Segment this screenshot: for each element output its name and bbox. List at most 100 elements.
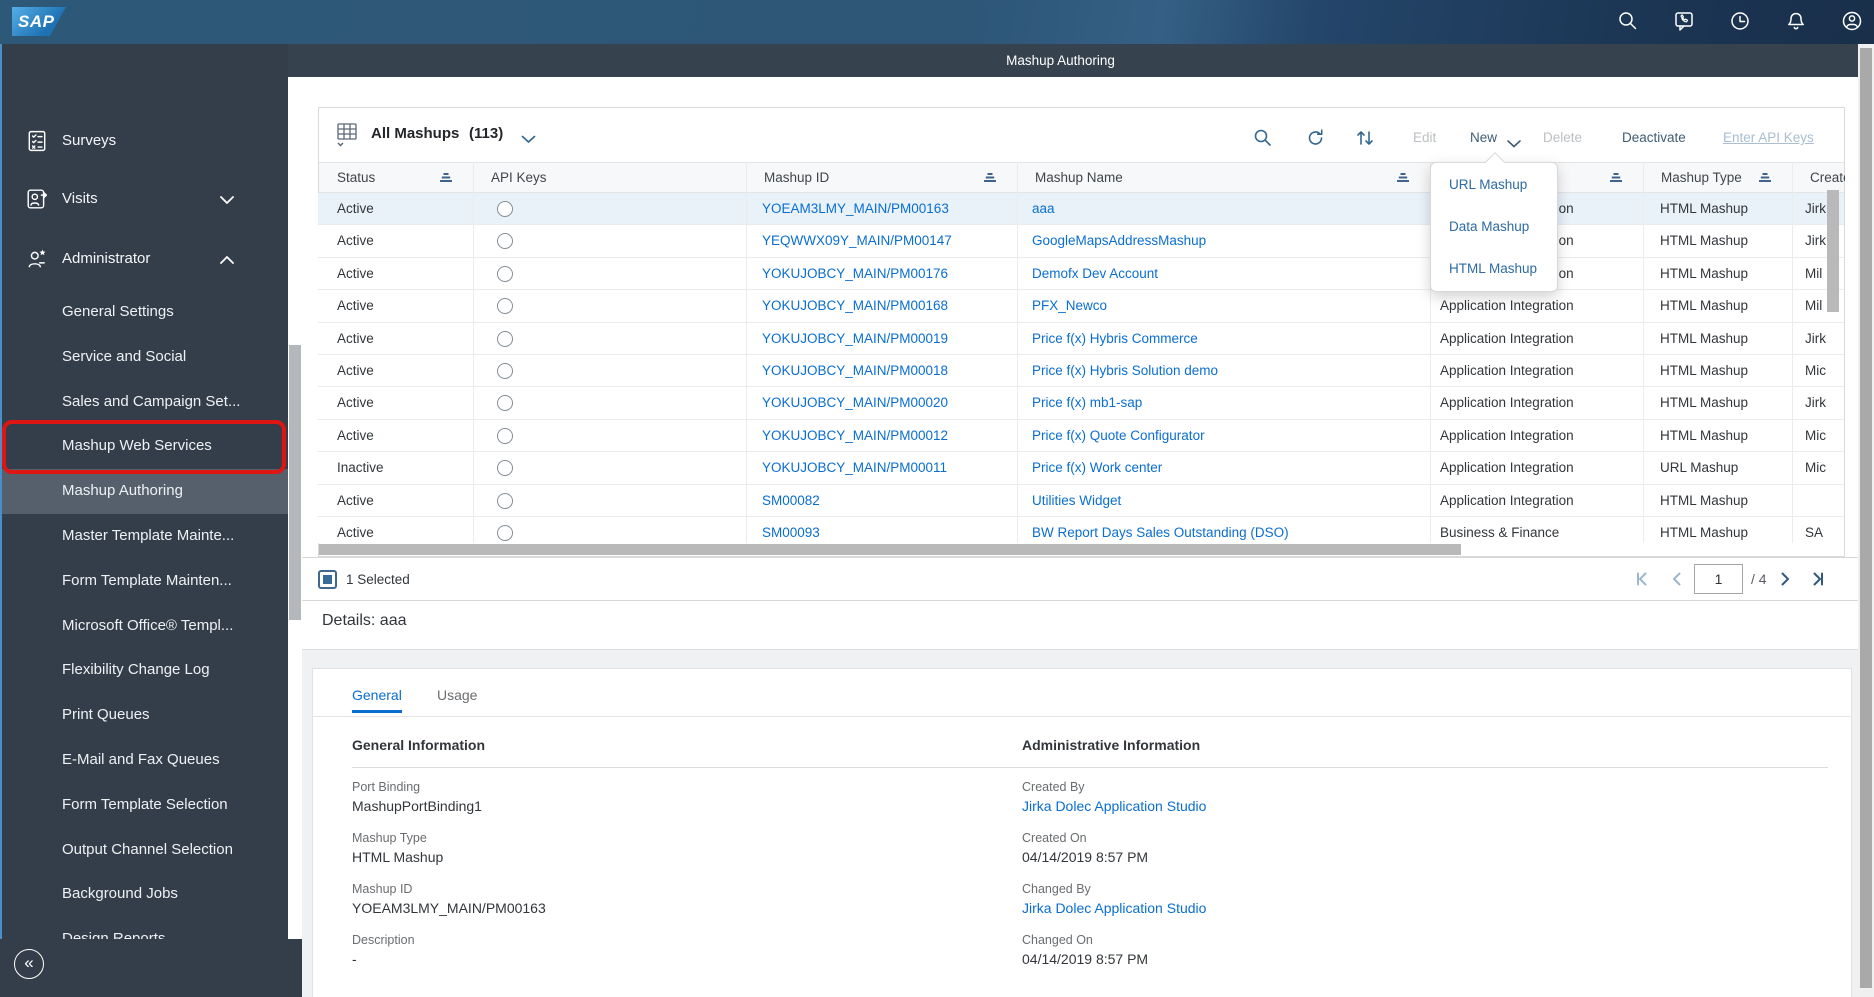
column-header-api-keys[interactable]: API Keys [473, 162, 746, 193]
cell-mashup-id-link[interactable]: SM00093 [762, 517, 820, 543]
cell-mashup-name-link[interactable]: Price f(x) Hybris Commerce [1032, 323, 1198, 355]
sidebar-item-master-template-mainte[interactable]: Master Template Mainte... [2, 514, 290, 559]
table-row[interactable]: Active YOKUJOBCY_MAIN/PM00018 Price f(x) H… [318, 354, 1844, 388]
column-header-mashup-id[interactable]: Mashup ID [746, 162, 1017, 193]
table-row[interactable]: Active YOKUJOBCY_MAIN/PM00019 Price f(x) H… [318, 322, 1844, 355]
api-key-radio[interactable] [497, 233, 513, 250]
cell-mashup-name-link[interactable]: Demofx Dev Account [1032, 258, 1158, 290]
api-key-radio[interactable] [497, 395, 513, 412]
table-scrollbar-thumb[interactable] [1827, 190, 1839, 312]
view-title[interactable]: All Mashups [371, 125, 459, 142]
sidebar-item-e-mail-and-fax-queues[interactable]: E-Mail and Fax Queues [2, 738, 290, 783]
cell-mashup-name-link[interactable]: GoogleMapsAddressMashup [1032, 225, 1206, 257]
deactivate-button[interactable]: Deactivate [1622, 130, 1686, 145]
tab-usage[interactable]: Usage [437, 687, 477, 703]
api-key-radio[interactable] [497, 460, 513, 477]
new-chevron-icon[interactable] [1507, 135, 1521, 153]
sidebar-item-sales-and-campaign-set[interactable]: Sales and Campaign Set... [2, 380, 290, 425]
table-row[interactable]: Active YOKUJOBCY_MAIN/PM00020 Price f(x) m… [318, 387, 1844, 420]
cell-mashup-id-link[interactable]: YOKUJOBCY_MAIN/PM00011 [762, 452, 947, 484]
sidebar-item-form-template-mainten[interactable]: Form Template Mainten... [2, 559, 290, 604]
table-row[interactable]: Active YOKUJOBCY_MAIN/PM00176 Demofx Dev A… [318, 257, 1844, 291]
cell-mashup-id-link[interactable]: SM00082 [762, 485, 820, 517]
sidebar-item-surveys[interactable]: Surveys [2, 119, 290, 163]
horizontal-scrollbar[interactable] [319, 543, 1843, 556]
table-row[interactable]: Active SM00082 Utilities Widget Application… [318, 484, 1844, 517]
column-header-status[interactable]: Status [319, 162, 473, 193]
sidebar-item-service-and-social[interactable]: Service and Social [2, 335, 290, 380]
column-header-mashup-type[interactable]: Mashup Type [1643, 162, 1792, 193]
menu-item-html-mashup[interactable]: HTML Mashup [1431, 248, 1557, 290]
new-button[interactable]: New [1470, 130, 1497, 145]
first-page-icon[interactable] [1634, 570, 1652, 588]
sidebar-scrollbar-thumb[interactable] [289, 345, 301, 620]
api-key-radio[interactable] [497, 201, 513, 217]
table-row[interactable]: Active YEQWWX09Y_MAIN/PM00147 GoogleMapsAd… [318, 225, 1844, 258]
cell-mashup-id-link[interactable]: YOKUJOBCY_MAIN/PM00168 [762, 290, 948, 322]
account-icon[interactable] [1841, 10, 1863, 32]
cell-mashup-id-link[interactable]: YOKUJOBCY_MAIN/PM00176 [762, 258, 948, 290]
table-row[interactable]: Active SM00093 BW Report Days Sales Outsta… [318, 516, 1844, 543]
field-value-changed-by-link[interactable]: Jirka Dolec Application Studio [1022, 900, 1622, 917]
api-key-radio[interactable] [497, 362, 513, 379]
phone-chat-icon[interactable] [1673, 10, 1695, 32]
search-icon[interactable] [1617, 10, 1639, 32]
notifications-icon[interactable] [1785, 10, 1807, 32]
table-search-icon[interactable] [1253, 128, 1273, 148]
api-key-radio[interactable] [497, 265, 513, 282]
cell-mashup-id-link[interactable]: YOKUJOBCY_MAIN/PM00019 [762, 323, 948, 355]
sidebar-item-background-jobs[interactable]: Background Jobs [2, 872, 290, 917]
tab-general[interactable]: General [352, 687, 402, 703]
cell-mashup-id-link[interactable]: YEQWWX09Y_MAIN/PM00147 [762, 225, 952, 257]
column-header-created-by[interactable]: Created By [1792, 162, 1845, 193]
table-row[interactable]: Inactive YOKUJOBCY_MAIN/PM00011 Price f(x)… [318, 452, 1844, 485]
table-view-icon[interactable] [336, 122, 358, 153]
sort-toolbar-icon[interactable] [1355, 128, 1375, 148]
table-row[interactable]: Active YOKUJOBCY_MAIN/PM00168 PFX_Newco App… [318, 290, 1844, 323]
sidebar-item-flexibility-change-log[interactable]: Flexibility Change Log [2, 648, 290, 693]
cell-mashup-name-link[interactable]: BW Report Days Sales Outstanding (DSO) [1032, 517, 1289, 543]
enter-api-keys-button[interactable]: Enter API Keys [1723, 130, 1814, 145]
api-key-radio[interactable] [497, 427, 513, 444]
api-key-radio[interactable] [497, 298, 513, 315]
edit-button[interactable]: Edit [1413, 130, 1436, 145]
menu-item-data-mashup[interactable]: Data Mashup [1431, 206, 1557, 248]
cell-mashup-name-link[interactable]: Price f(x) Hybris Solution demo [1032, 355, 1218, 387]
sidebar-item-print-queues[interactable]: Print Queues [2, 693, 290, 738]
cell-mashup-id-link[interactable]: YOEAM3LMY_MAIN/PM00163 [762, 193, 949, 225]
field-value-created-by-link[interactable]: Jirka Dolec Application Studio [1022, 798, 1622, 815]
cell-mashup-name-link[interactable]: Utilities Widget [1032, 485, 1121, 517]
window-scrollbar-thumb[interactable] [1860, 48, 1872, 988]
sidebar-item-form-template-selection[interactable]: Form Template Selection [2, 783, 290, 828]
delete-button[interactable]: Delete [1543, 130, 1582, 145]
recent-activity-icon[interactable] [1729, 10, 1751, 32]
sidebar-item-output-channel-selection[interactable]: Output Channel Selection [2, 828, 290, 873]
previous-page-icon[interactable] [1668, 570, 1686, 588]
cell-mashup-name-link[interactable]: Price f(x) mb1-sap [1032, 387, 1142, 419]
cell-mashup-name-link[interactable]: Price f(x) Work center [1032, 452, 1162, 484]
collapse-sidebar-icon[interactable]: « [14, 949, 44, 979]
sidebar-item-general-settings[interactable]: General Settings [2, 290, 290, 335]
sidebar-item-mashup-authoring[interactable]: Mashup Authoring [2, 469, 290, 514]
last-page-icon[interactable] [1808, 570, 1826, 588]
cell-mashup-name-link[interactable]: PFX_Newco [1032, 290, 1107, 322]
selection-checkbox[interactable] [318, 570, 337, 589]
cell-mashup-name-link[interactable]: aaa [1032, 193, 1055, 225]
api-key-radio[interactable] [497, 330, 513, 347]
table-row[interactable]: ActiveYOEAM3LMY_MAIN/PM00163aaaApplicati… [318, 193, 1844, 226]
api-key-radio[interactable] [497, 492, 513, 509]
refresh-icon[interactable] [1306, 128, 1326, 148]
table-row[interactable]: Active YOKUJOBCY_MAIN/PM00012 Price f(x) Q… [318, 419, 1844, 453]
cell-mashup-id-link[interactable]: YOKUJOBCY_MAIN/PM00012 [762, 420, 948, 452]
sidebar-item-visits[interactable]: Visits [2, 177, 290, 221]
cell-mashup-name-link[interactable]: Price f(x) Quote Configurator [1032, 420, 1205, 452]
sidebar-item-microsoft-office-templ[interactable]: Microsoft Office® Templ... [2, 604, 290, 649]
page-number-input[interactable] [1694, 564, 1743, 594]
cell-mashup-id-link[interactable]: YOKUJOBCY_MAIN/PM00018 [762, 355, 948, 387]
next-page-icon[interactable] [1776, 570, 1794, 588]
sidebar-item-administrator[interactable]: Administrator [2, 237, 290, 281]
horizontal-scrollbar-thumb[interactable] [319, 544, 1461, 555]
api-key-radio[interactable] [497, 524, 513, 541]
column-header-mashup-name[interactable]: Mashup Name [1017, 162, 1430, 193]
cell-mashup-id-link[interactable]: YOKUJOBCY_MAIN/PM00020 [762, 387, 948, 419]
